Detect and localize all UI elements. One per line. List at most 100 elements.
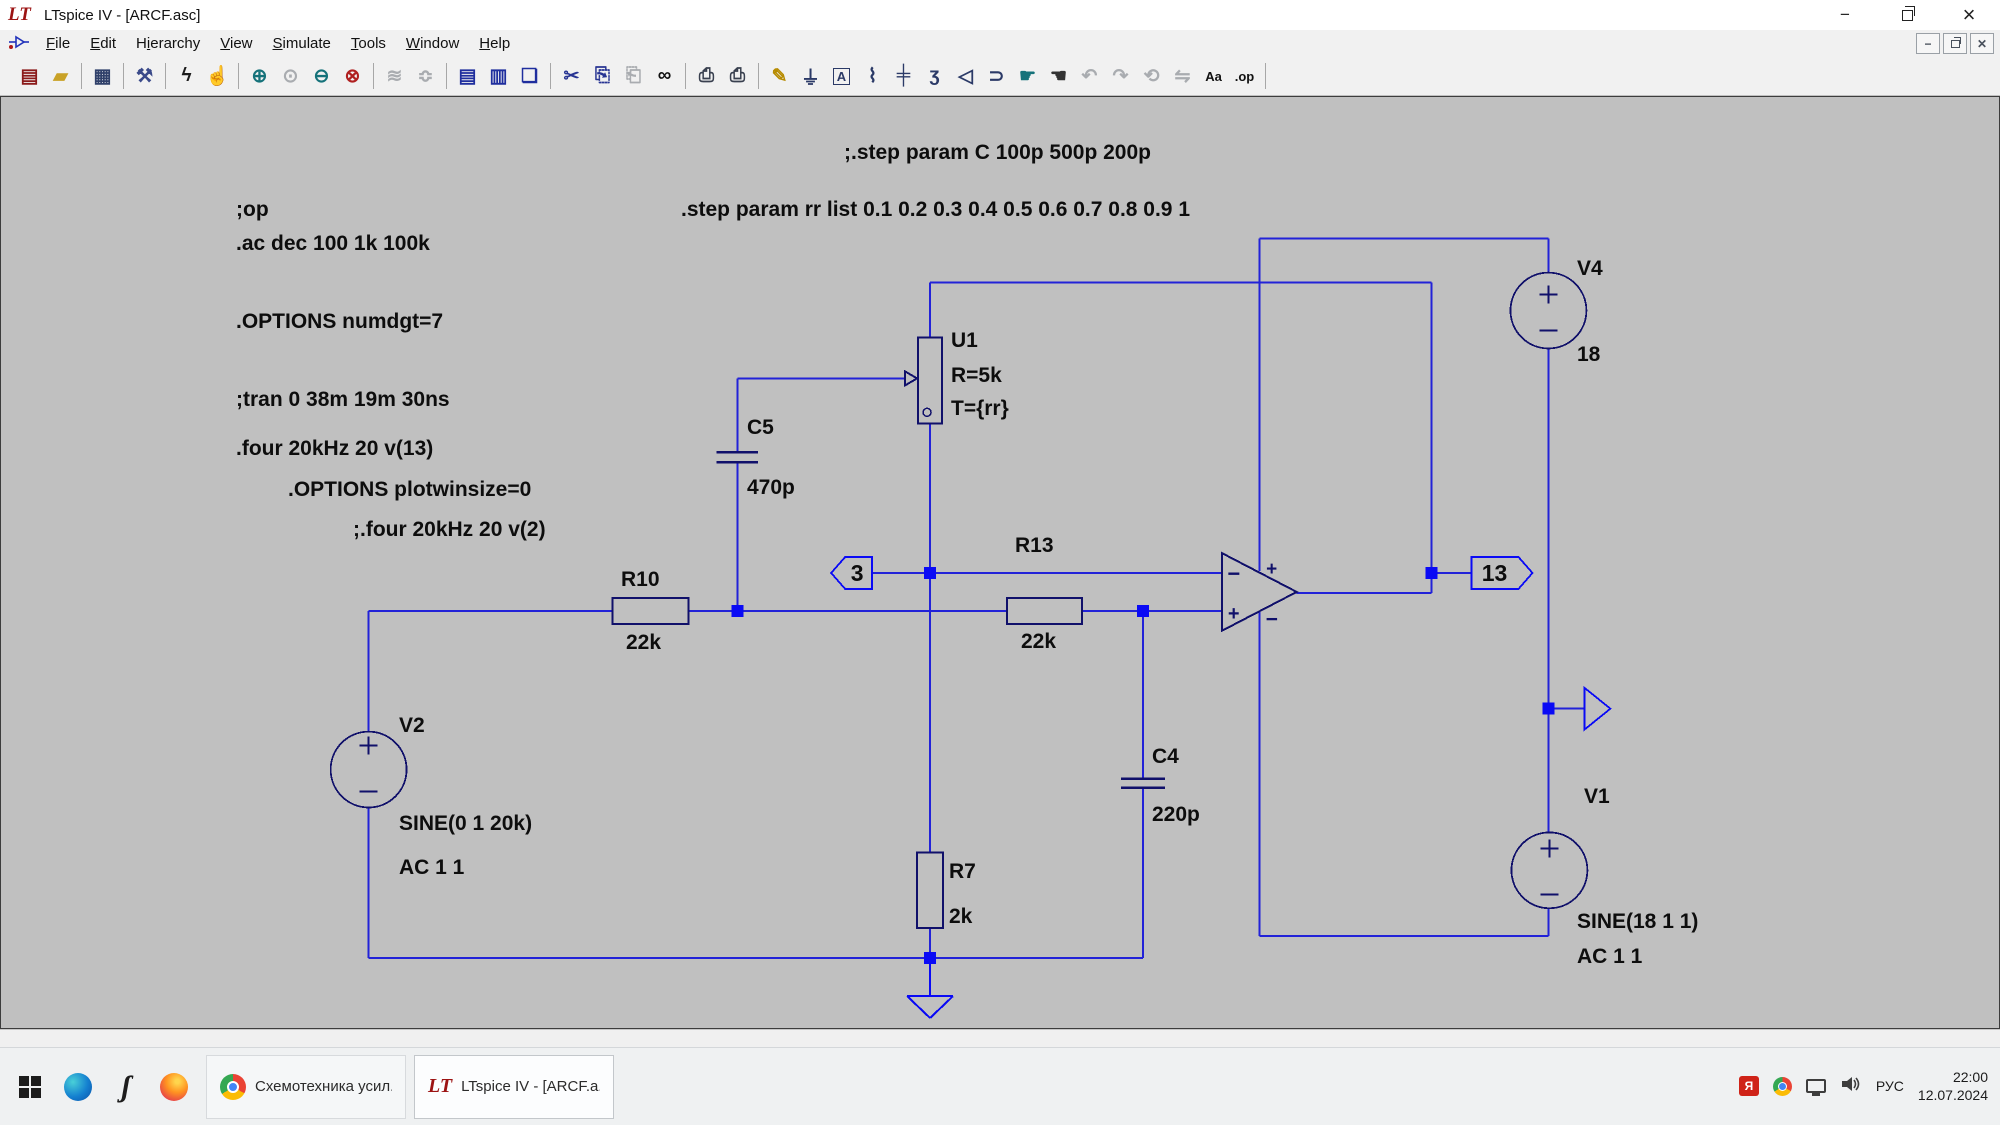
v1-value[interactable]: SINE(18 1 1): [1577, 910, 1698, 934]
directive-four-13[interactable]: .four 20kHz 20 v(13): [236, 437, 433, 461]
speaker-icon[interactable]: [1840, 1075, 1862, 1098]
component-icon[interactable]: ⊃: [981, 62, 1012, 90]
mdi-close-button[interactable]: ✕: [1970, 33, 1994, 54]
menu-file[interactable]: File: [36, 32, 80, 55]
v2-value[interactable]: SINE(0 1 20k): [399, 812, 532, 836]
ltspice-task-button[interactable]: LT LTspice IV - [ARCF.a...: [414, 1055, 614, 1119]
resistor-r7[interactable]: [917, 852, 943, 928]
menu-tools[interactable]: Tools: [341, 32, 396, 55]
zoom-back-icon[interactable]: ⊗: [337, 62, 368, 90]
menu-edit[interactable]: Edit: [80, 32, 126, 55]
browser-task-button[interactable]: Схемотехника усил...: [206, 1055, 406, 1119]
ground-symbol[interactable]: [907, 958, 953, 1018]
pen-app-taskbar-button[interactable]: ʃ: [102, 1055, 150, 1119]
c4-name[interactable]: C4: [1152, 745, 1179, 769]
firefox-taskbar-button[interactable]: [150, 1055, 198, 1119]
new-schematic-icon[interactable]: ▤: [14, 62, 45, 90]
menu-view[interactable]: View: [210, 32, 262, 55]
menu-window[interactable]: Window: [396, 32, 469, 55]
print-icon[interactable]: ⎙: [722, 62, 753, 90]
restore-button[interactable]: [1876, 0, 1938, 30]
inductor-icon[interactable]: ʒ: [919, 62, 950, 90]
control-panel-icon[interactable]: ⚒: [129, 62, 160, 90]
zoom-in-icon[interactable]: ⊕: [244, 62, 275, 90]
diode-icon[interactable]: ◁: [950, 62, 981, 90]
print-preview-icon[interactable]: ⎙: [691, 62, 722, 90]
potentiometer-u1[interactable]: [905, 337, 942, 423]
net-flag-3[interactable]: 3: [831, 557, 872, 589]
zoom-out-icon[interactable]: ⊖: [306, 62, 337, 90]
directive-op[interactable]: ;op: [236, 198, 269, 222]
c5-value[interactable]: 470p: [747, 476, 795, 500]
r13-name[interactable]: R13: [1015, 534, 1054, 558]
label-net-icon[interactable]: A: [826, 62, 857, 90]
tile-vertical-icon[interactable]: ▥: [483, 62, 514, 90]
u1-name[interactable]: U1: [951, 329, 978, 353]
run-icon[interactable]: ϟ: [171, 62, 202, 90]
voltage-source-v1[interactable]: [1511, 832, 1587, 908]
find-icon[interactable]: ∞: [649, 62, 680, 90]
capacitor-c4[interactable]: [1121, 779, 1165, 788]
voltage-source-v2[interactable]: [331, 732, 407, 808]
edge-taskbar-button[interactable]: [54, 1055, 102, 1119]
edge-icon: [64, 1073, 92, 1101]
v2-ac[interactable]: AC 1 1: [399, 856, 464, 880]
resistor-r10[interactable]: [612, 598, 688, 624]
c4-value[interactable]: 220p: [1152, 803, 1200, 827]
directive-tran[interactable]: ;tran 0 38m 19m 30ns: [236, 388, 450, 412]
save-icon[interactable]: ▦: [87, 62, 118, 90]
capacitor-icon[interactable]: ╪: [888, 62, 919, 90]
menu-simulate[interactable]: Simulate: [263, 32, 341, 55]
wire-icon[interactable]: ✎: [764, 62, 795, 90]
spice-directive-icon[interactable]: .op: [1229, 62, 1260, 90]
cut-icon[interactable]: ✂: [556, 62, 587, 90]
u1-r[interactable]: R=5k: [951, 364, 1002, 388]
tray-app-icon[interactable]: Я: [1739, 1076, 1759, 1096]
directive-plotwin[interactable]: .OPTIONS plotwinsize=0: [288, 478, 531, 502]
language-indicator[interactable]: РУС: [1876, 1078, 1904, 1094]
menu-hierarchy[interactable]: Hierarchy: [126, 32, 210, 55]
menu-help[interactable]: Help: [469, 32, 520, 55]
directive-step-rr[interactable]: .step param rr list 0.1 0.2 0.3 0.4 0.5 …: [681, 198, 1190, 222]
tile-horizontal-icon[interactable]: ▤: [452, 62, 483, 90]
v1-name[interactable]: V1: [1584, 785, 1610, 809]
cascade-icon[interactable]: ❏: [514, 62, 545, 90]
capacitor-c5[interactable]: [716, 452, 758, 462]
directive-ac[interactable]: .ac dec 100 1k 100k: [236, 232, 430, 256]
resistor-icon[interactable]: ⌇: [857, 62, 888, 90]
u1-t[interactable]: T={rr}: [951, 397, 1009, 421]
ground-icon[interactable]: ⏚: [795, 62, 826, 90]
resistor-r13[interactable]: [1007, 598, 1082, 624]
network-display-icon[interactable]: [1806, 1079, 1826, 1093]
net-flag-13[interactable]: 13: [1472, 557, 1533, 589]
clock[interactable]: 22:00 12.07.2024: [1918, 1068, 1988, 1104]
v1-ac[interactable]: AC 1 1: [1577, 945, 1642, 969]
v2-name[interactable]: V2: [399, 714, 425, 738]
mdi-restore-button[interactable]: [1943, 33, 1967, 54]
text-icon[interactable]: Aa: [1198, 62, 1229, 90]
voltage-source-v4[interactable]: [1510, 273, 1586, 349]
close-button[interactable]: ×: [1938, 0, 2000, 30]
r13-value[interactable]: 22k: [1021, 630, 1056, 654]
start-button[interactable]: [6, 1055, 54, 1119]
directive-four-2[interactable]: ;.four 20kHz 20 v(2): [353, 518, 546, 542]
schematic-canvas[interactable]: − + + − 3 13: [0, 96, 2000, 1029]
open-icon[interactable]: ▰: [45, 62, 76, 90]
r7-name[interactable]: R7: [949, 860, 976, 884]
r10-name[interactable]: R10: [621, 568, 660, 592]
v4-value[interactable]: 18: [1577, 343, 1600, 367]
move-icon[interactable]: ☛: [1012, 62, 1043, 90]
v4-name[interactable]: V4: [1577, 257, 1603, 281]
drag-icon[interactable]: ☚: [1043, 62, 1074, 90]
mdi-minimize-button[interactable]: −: [1916, 33, 1940, 54]
c5-name[interactable]: C5: [747, 416, 774, 440]
ltspice-task-icon: LT: [428, 1075, 452, 1098]
output-probe-arrow[interactable]: [1584, 688, 1610, 730]
directive-numdgt[interactable]: .OPTIONS numdgt=7: [236, 310, 443, 334]
r7-value[interactable]: 2k: [949, 905, 972, 929]
tray-chrome-icon[interactable]: [1773, 1077, 1792, 1096]
directive-step-c[interactable]: ;.step param C 100p 500p 200p: [844, 141, 1151, 165]
copy-icon[interactable]: ⎘: [587, 62, 618, 90]
r10-value[interactable]: 22k: [626, 631, 661, 655]
minimize-button[interactable]: −: [1814, 0, 1876, 30]
